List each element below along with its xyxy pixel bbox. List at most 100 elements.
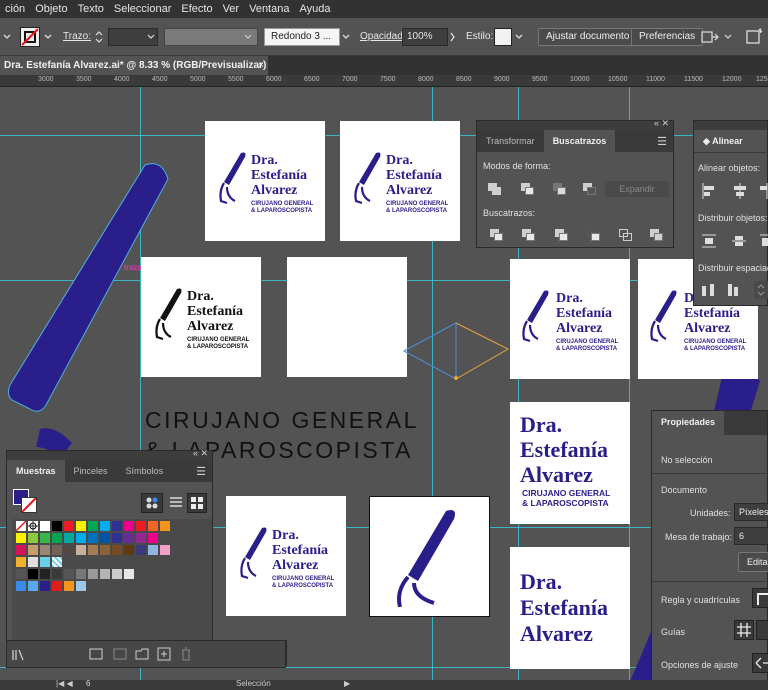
tab-propiedades[interactable]: Propiedades bbox=[652, 411, 725, 435]
style-dropdown[interactable] bbox=[514, 29, 524, 45]
color-swatch[interactable] bbox=[64, 581, 74, 591]
artboard-number[interactable]: 6 bbox=[86, 679, 90, 688]
color-swatch[interactable] bbox=[148, 533, 158, 543]
menu-item-ayuda[interactable]: Ayuda bbox=[294, 3, 335, 15]
swatch-options-icon[interactable] bbox=[113, 647, 127, 661]
artboard-icon-only[interactable] bbox=[369, 496, 490, 617]
color-swatch[interactable] bbox=[112, 545, 122, 555]
divide-icon[interactable] bbox=[490, 229, 504, 241]
artboard-logo-text-large[interactable]: Dra. Estefanía Alvarez CIRUJANO GENERAL … bbox=[510, 402, 630, 524]
grid-view-icon[interactable] bbox=[187, 493, 207, 513]
trim-icon[interactable] bbox=[522, 229, 536, 241]
color-swatch[interactable] bbox=[52, 521, 62, 531]
color-swatch[interactable] bbox=[40, 557, 50, 567]
close-tab-icon[interactable]: × bbox=[258, 56, 264, 75]
show-swatch-kinds-icon[interactable] bbox=[89, 647, 103, 661]
artboard-logo-5[interactable]: Dra. Estefanía Alvarez CIRUJANO GENERAL … bbox=[226, 496, 346, 616]
artboard-logo-1[interactable]: Dra. Estefanía Alvarez CIRUJANO GENERAL … bbox=[205, 121, 325, 241]
color-swatch[interactable] bbox=[124, 545, 134, 555]
snap-toggle-icon[interactable] bbox=[752, 653, 768, 673]
color-swatch[interactable] bbox=[15, 520, 27, 532]
align-panel-title[interactable]: ◆ Alinear bbox=[694, 130, 752, 152]
menu-item-efecto[interactable]: Efecto bbox=[176, 3, 217, 15]
artboard-logo-3[interactable]: Dra. Estefanía Alvarez CIRUJANO GENERAL … bbox=[510, 259, 630, 379]
color-swatch[interactable] bbox=[124, 569, 134, 579]
color-swatch[interactable] bbox=[76, 521, 86, 531]
color-swatch[interactable] bbox=[16, 569, 26, 579]
minus-back-icon[interactable] bbox=[650, 229, 664, 241]
swatch-grid[interactable] bbox=[12, 519, 212, 659]
stroke-none-swatch[interactable] bbox=[21, 497, 37, 513]
color-swatch[interactable] bbox=[112, 521, 122, 531]
color-swatch[interactable] bbox=[76, 545, 86, 555]
color-swatch[interactable] bbox=[76, 533, 86, 543]
delete-swatch-icon[interactable] bbox=[179, 647, 193, 661]
preferences-button[interactable]: Preferencias bbox=[631, 28, 704, 46]
minus-front-icon[interactable] bbox=[521, 183, 535, 195]
color-swatch[interactable] bbox=[40, 581, 50, 591]
distribute-objects-icons[interactable] bbox=[702, 233, 768, 249]
status-arrow-icon[interactable]: ▶ bbox=[344, 679, 350, 688]
color-swatch[interactable] bbox=[40, 533, 50, 543]
document-tab[interactable]: Dra. Estefanía Alvarez.ai* @ 8.33 % (RGB… bbox=[0, 56, 268, 75]
color-swatch[interactable] bbox=[124, 521, 134, 531]
arrange-dropdown[interactable] bbox=[724, 29, 732, 45]
panel-collapse-icon[interactable]: « ✕ bbox=[193, 448, 208, 459]
artboard-logo-name-only[interactable]: Dra. Estefanía Alvarez bbox=[510, 547, 630, 669]
color-swatch[interactable] bbox=[52, 557, 62, 567]
artboard-number-field[interactable]: 6 bbox=[734, 527, 768, 545]
opacity-input[interactable]: 100% bbox=[402, 28, 448, 46]
swatch-libraries-icon[interactable] bbox=[141, 493, 163, 513]
panel-menu-icon[interactable]: ☰ bbox=[657, 135, 667, 148]
fill-dropdown[interactable] bbox=[2, 29, 12, 45]
stroke-dropdown[interactable] bbox=[43, 29, 53, 45]
menu-item-texto[interactable]: Texto bbox=[73, 3, 109, 15]
menu-item-ver[interactable]: Ver bbox=[218, 3, 245, 15]
stroke-weight-stepper[interactable] bbox=[94, 29, 104, 45]
swatch-libraries-menu-icon[interactable] bbox=[11, 648, 25, 662]
color-swatch[interactable] bbox=[16, 533, 26, 543]
color-swatch[interactable] bbox=[52, 581, 62, 591]
panel-collapse-icon[interactable]: « ✕ bbox=[654, 118, 669, 129]
variable-width-profile[interactable] bbox=[164, 28, 258, 46]
arrange-documents-icon[interactable] bbox=[700, 28, 722, 46]
color-swatch[interactable] bbox=[136, 521, 146, 531]
search-stock-icon[interactable] bbox=[744, 27, 766, 47]
color-swatch[interactable] bbox=[28, 545, 38, 555]
color-swatch[interactable] bbox=[28, 521, 38, 531]
color-swatch[interactable] bbox=[148, 545, 158, 555]
opacity-dropdown[interactable] bbox=[448, 29, 458, 45]
unite-icon[interactable] bbox=[488, 183, 502, 195]
color-swatch[interactable] bbox=[28, 569, 38, 579]
new-swatch-icon[interactable] bbox=[157, 647, 171, 661]
tab-pinceles[interactable]: Pinceles bbox=[65, 460, 117, 482]
color-swatch[interactable] bbox=[88, 533, 98, 543]
crop-icon[interactable] bbox=[587, 229, 601, 241]
color-swatch[interactable] bbox=[124, 533, 134, 543]
document-setup-button[interactable]: Ajustar documento bbox=[538, 28, 638, 46]
stroke-swatch[interactable] bbox=[20, 27, 40, 47]
color-swatch[interactable] bbox=[16, 545, 26, 555]
color-swatch[interactable] bbox=[100, 521, 110, 531]
artboard-logo-2[interactable]: Dra. Estefanía Alvarez CIRUJANO GENERAL … bbox=[340, 121, 460, 241]
menu-item-seleccion[interactable]: ción bbox=[0, 3, 30, 15]
brush-definition-field[interactable]: Redondo 3 ... bbox=[264, 28, 340, 46]
list-view-icon[interactable] bbox=[169, 495, 183, 511]
color-swatch[interactable] bbox=[76, 569, 86, 579]
color-swatch[interactable] bbox=[88, 569, 98, 579]
color-swatch[interactable] bbox=[88, 521, 98, 531]
color-swatch[interactable] bbox=[16, 581, 26, 591]
stroke-weight-input[interactable] bbox=[108, 28, 158, 46]
color-swatch[interactable] bbox=[28, 581, 38, 591]
color-swatch[interactable] bbox=[28, 557, 38, 567]
artboard-logo-black[interactable]: Dra. Estefanía Alvarez CIRUJANO GENERAL … bbox=[141, 257, 261, 377]
color-swatch[interactable] bbox=[100, 569, 110, 579]
tab-transformar[interactable]: Transformar bbox=[477, 130, 544, 152]
artboard-blank[interactable] bbox=[287, 257, 407, 377]
outline-icon[interactable] bbox=[619, 229, 633, 241]
panel-menu-icon[interactable]: ☰ bbox=[196, 465, 206, 478]
color-swatch[interactable] bbox=[100, 545, 110, 555]
color-swatch[interactable] bbox=[88, 545, 98, 555]
color-swatch[interactable] bbox=[112, 533, 122, 543]
graphic-style-swatch[interactable] bbox=[494, 28, 512, 46]
